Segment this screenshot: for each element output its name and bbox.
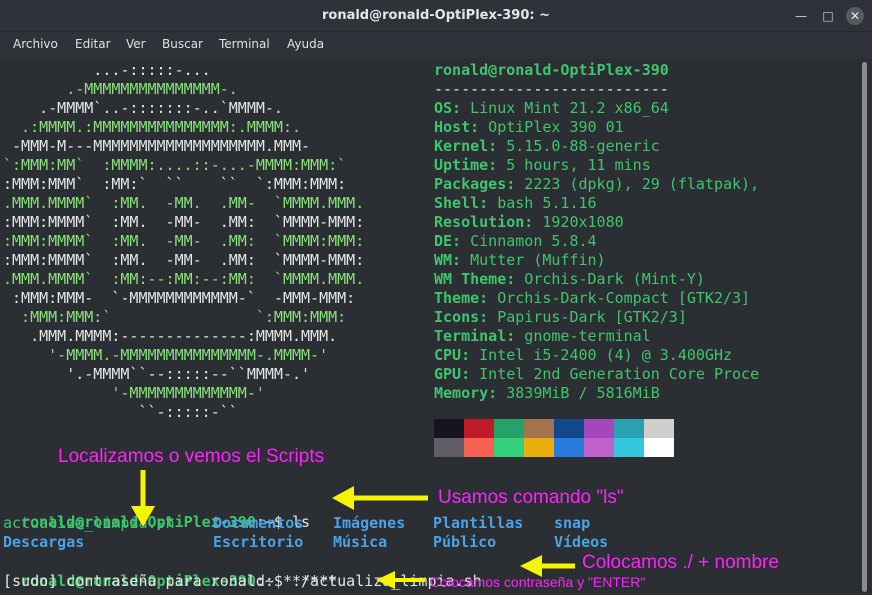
annotation-arrows <box>131 470 575 589</box>
arrow-left-icon <box>520 555 575 577</box>
arrow-left-icon <box>332 486 428 510</box>
arrow-left-icon <box>376 571 425 589</box>
arrow-down-icon <box>131 470 155 527</box>
